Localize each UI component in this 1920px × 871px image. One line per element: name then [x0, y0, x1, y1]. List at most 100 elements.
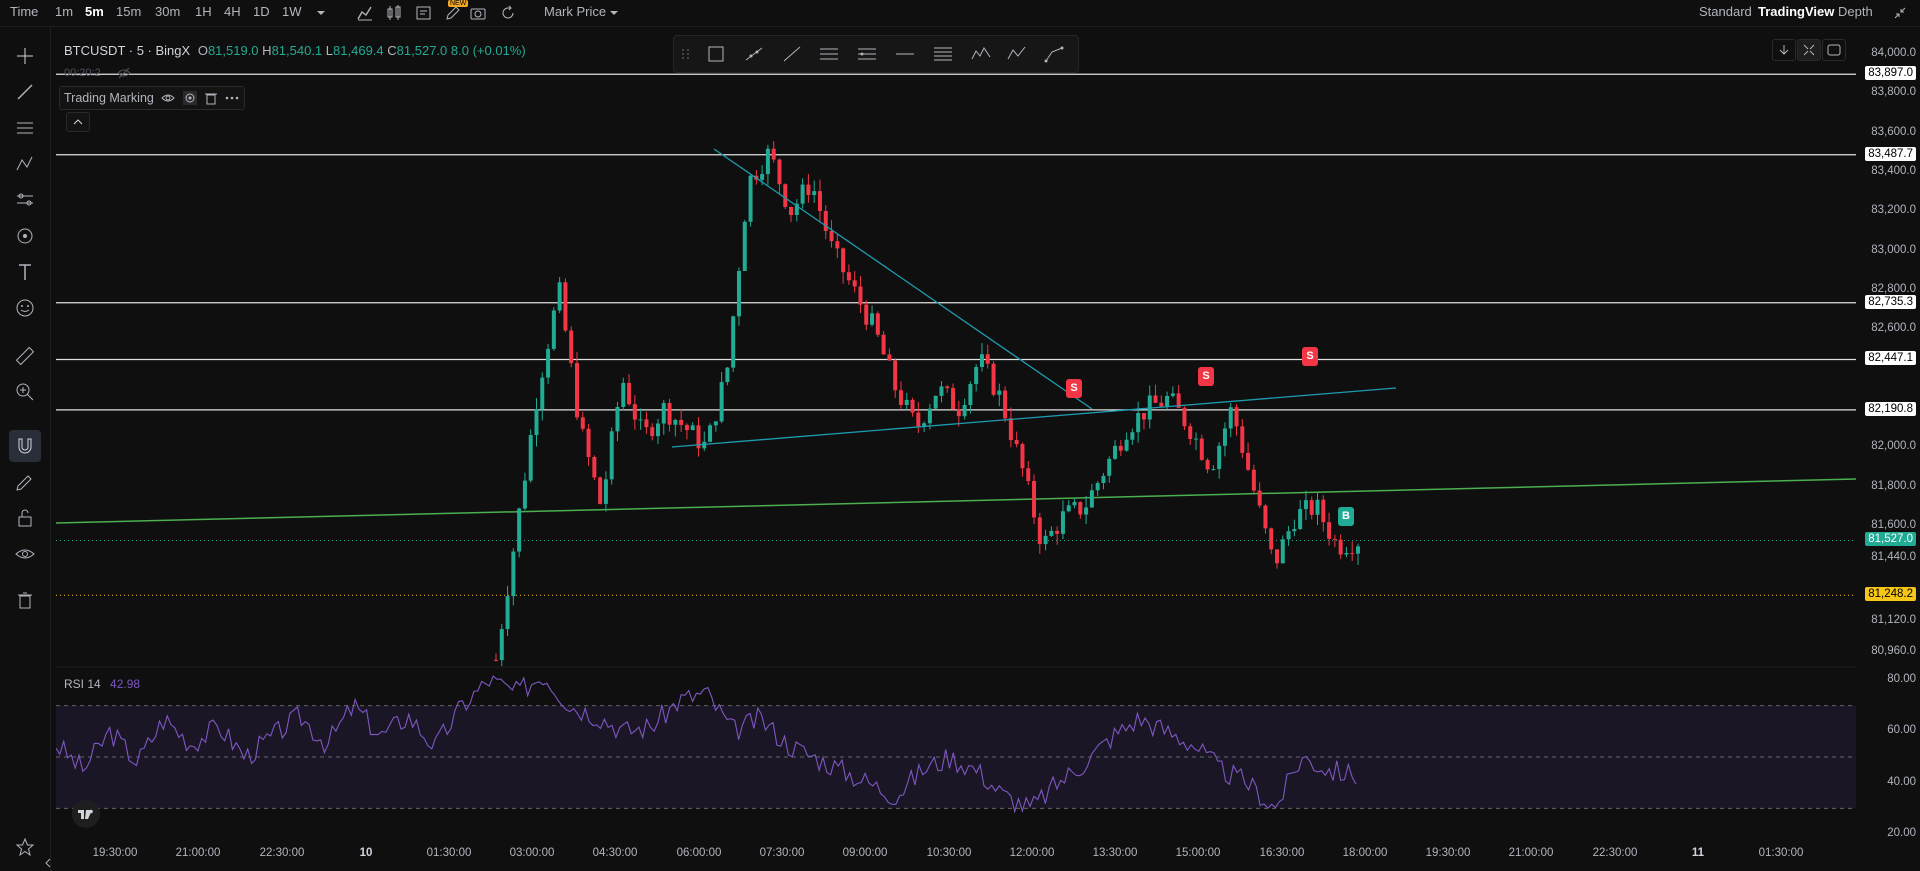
chart-type-icon[interactable]: [355, 3, 375, 23]
trading-marking-label: Trading Marking: [64, 91, 154, 105]
price-chart[interactable]: [56, 27, 1856, 847]
view-tradingview[interactable]: TradingView: [1758, 4, 1834, 19]
symbol-name[interactable]: BTCUSDT · 5 · BingX: [64, 43, 190, 58]
camera-icon[interactable]: [468, 3, 488, 23]
time-tick-label: 01:30:00: [426, 847, 472, 859]
collapse-icon[interactable]: [1890, 3, 1910, 23]
crosshair-icon[interactable]: [13, 44, 37, 68]
candle-body: [1008, 418, 1013, 441]
trend-line-icon[interactable]: [13, 80, 37, 104]
templates-icon[interactable]: [414, 3, 434, 23]
interval-time[interactable]: Time: [10, 4, 38, 19]
rsi-name[interactable]: RSI 14: [64, 677, 101, 691]
chevron-down-icon[interactable]: [311, 3, 331, 23]
forecast-icon[interactable]: [13, 188, 37, 212]
eye-icon[interactable]: [160, 91, 176, 105]
interval-1d[interactable]: 1D: [253, 4, 270, 19]
view-depth[interactable]: Depth: [1838, 4, 1873, 19]
text-icon[interactable]: [13, 260, 37, 284]
time-tick-label: 19:30:00: [92, 847, 138, 859]
trading-marking-panel[interactable]: Trading Marking: [59, 86, 245, 110]
interval-1h[interactable]: 1H: [195, 4, 212, 19]
magnet-icon[interactable]: [13, 434, 37, 458]
zoom-in-icon[interactable]: [13, 380, 37, 404]
candle-body: [1280, 539, 1285, 564]
interval-5m[interactable]: 5m: [85, 4, 104, 19]
indicators-icon[interactable]: [384, 3, 404, 23]
reset-icon[interactable]: [498, 3, 518, 23]
elliott-wave-icon[interactable]: [969, 42, 993, 66]
candle-body: [765, 148, 770, 175]
eye-icon[interactable]: [13, 542, 37, 566]
fib-retracement-icon[interactable]: [931, 42, 955, 66]
candle-body: [760, 174, 765, 180]
ray-icon[interactable]: [742, 42, 766, 66]
interval-1w[interactable]: 1W: [282, 4, 302, 19]
interval-15m[interactable]: 15m: [116, 4, 141, 19]
interval-1m[interactable]: 1m: [55, 4, 73, 19]
candle-body: [1003, 390, 1008, 419]
pattern-icon[interactable]: [13, 152, 37, 176]
rectangle-icon[interactable]: [704, 42, 728, 66]
chevron-left-icon[interactable]: [44, 857, 52, 869]
candle-body: [1153, 395, 1158, 403]
price-tick-label: 83,200.0: [1871, 204, 1916, 217]
buy-marker[interactable]: B: [1338, 507, 1354, 526]
chevron-down-icon[interactable]: [604, 3, 624, 23]
time-tick-label: 06:00:00: [676, 847, 722, 859]
price-tag: 83,897.0: [1865, 66, 1916, 81]
price-axis[interactable]: 84,000.0 83,800.0 83,600.0 83,400.0 83,200.0…: [1856, 27, 1920, 847]
abcd-pattern-icon[interactable]: [1005, 42, 1029, 66]
sell-marker[interactable]: S: [1066, 379, 1082, 398]
time-tick-label: 22:30:00: [259, 847, 305, 859]
regression-icon[interactable]: [855, 42, 879, 66]
candle-body: [806, 184, 811, 195]
candle-body: [927, 408, 932, 424]
trend-line-icon[interactable]: [780, 42, 804, 66]
candle-body: [1251, 469, 1256, 491]
emoji-icon[interactable]: [13, 296, 37, 320]
view-standard[interactable]: Standard: [1699, 4, 1752, 19]
collapse-legend-button[interactable]: [66, 112, 90, 132]
more-icon[interactable]: [224, 91, 240, 105]
price-type-select[interactable]: Mark Price: [544, 4, 606, 19]
fib-icon[interactable]: [13, 116, 37, 140]
candle-body: [1315, 499, 1320, 515]
candle-body: [789, 206, 794, 216]
time-tick-label: 04:30:00: [592, 847, 638, 859]
horizontal-line-icon[interactable]: [893, 42, 917, 66]
candle-body: [893, 360, 898, 391]
candle-body: [661, 403, 666, 424]
path-icon[interactable]: [1042, 42, 1066, 66]
star-icon[interactable]: [13, 835, 37, 859]
eye-off-icon[interactable]: [116, 66, 132, 80]
maximize-button[interactable]: [1797, 39, 1821, 61]
candle-body: [910, 399, 915, 413]
scroll-down-button[interactable]: [1772, 39, 1796, 61]
price-tag: 82,190.8: [1865, 401, 1916, 416]
parallel-channel-icon[interactable]: [817, 42, 841, 66]
candle-body: [517, 508, 522, 552]
candle-body: [511, 551, 516, 597]
lock-icon[interactable]: [13, 506, 37, 530]
trash-icon[interactable]: [13, 588, 37, 612]
candle-body: [1269, 528, 1274, 550]
candle-body: [586, 428, 591, 458]
sell-marker[interactable]: S: [1198, 367, 1214, 386]
trash-icon[interactable]: [204, 91, 218, 105]
interval-4h[interactable]: 4H: [224, 4, 241, 19]
candle-body: [1066, 505, 1071, 512]
draw-mode-icon[interactable]: [13, 470, 37, 494]
sell-marker[interactable]: S: [1302, 347, 1318, 366]
drag-handle-icon[interactable]: [680, 42, 692, 66]
candle-body: [534, 409, 539, 436]
candle-body: [881, 334, 886, 355]
interval-30m[interactable]: 30m: [155, 4, 180, 19]
popout-button[interactable]: [1822, 39, 1846, 61]
rsi-tick-label: 80.00: [1887, 672, 1916, 685]
candle-body: [1130, 432, 1135, 440]
brush-icon[interactable]: [13, 224, 37, 248]
settings-icon[interactable]: [182, 90, 198, 106]
ruler-icon[interactable]: [13, 344, 37, 368]
candle-body: [835, 241, 840, 249]
